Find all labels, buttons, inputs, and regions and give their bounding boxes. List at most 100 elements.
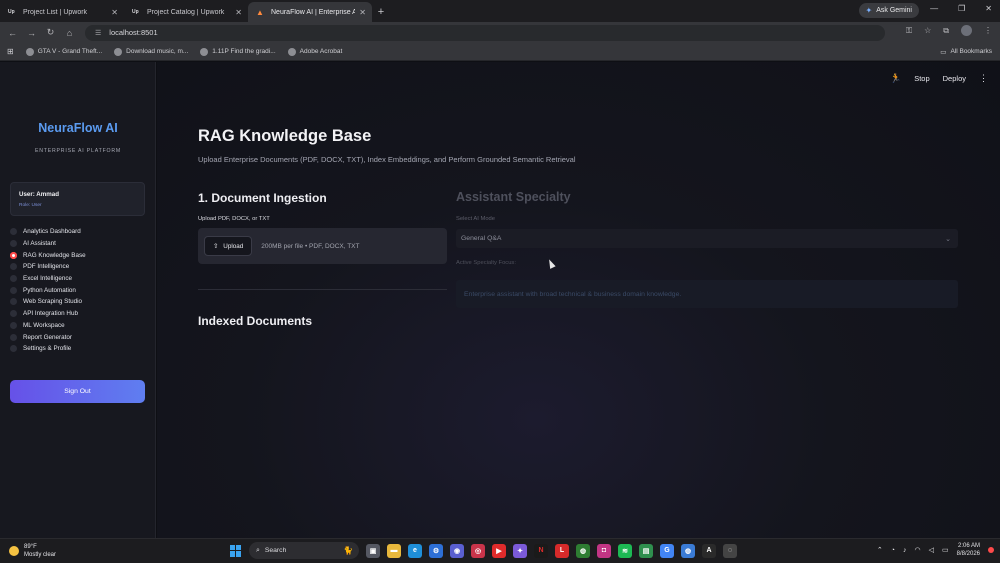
chrome-icon[interactable]: ◍ <box>576 543 590 558</box>
browser-tab-neuraflow[interactable]: ▲ NeuraFlow AI | Enterprise AI A... ✕ <box>248 2 372 22</box>
reload-icon[interactable]: ↻ <box>41 27 60 38</box>
apps-grid-icon[interactable]: ⊞ <box>7 47 14 56</box>
main-content: 🏃 Stop Deploy ⋮ RAG Knowledge Base Uploa… <box>157 62 1000 538</box>
sidebar-item-label: ML Workspace <box>23 321 65 329</box>
youtube-icon[interactable]: ▶ <box>492 543 506 558</box>
sidebar-item-ml-workspace[interactable]: ML Workspace <box>10 320 150 332</box>
app-a-icon[interactable]: A <box>702 543 716 558</box>
chrome-profile-icon[interactable]: ◍ <box>681 543 695 558</box>
radio-icon <box>10 228 17 236</box>
app-icon[interactable]: ◉ <box>450 543 464 558</box>
sidebar-item-excel-intelligence[interactable]: Excel Intelligence <box>10 273 150 285</box>
app-l-icon[interactable]: L <box>555 543 569 558</box>
extensions-icon[interactable]: ⧉ <box>943 26 949 36</box>
browser-tab-project-catalog[interactable]: Up Project Catalog | Upwork ✕ <box>124 2 248 22</box>
sidebar-item-analytics-dashboard[interactable]: Analytics Dashboard <box>10 226 150 238</box>
sidebar-item-python-automation[interactable]: Python Automation <box>10 284 150 296</box>
sidebar-item-label: Settings & Profile <box>23 345 72 353</box>
security-icon[interactable]: ◔ <box>891 547 895 554</box>
tab-title: Project Catalog | Upwork <box>147 8 225 16</box>
password-key-icon[interactable]: ⚿ <box>906 26 912 36</box>
tab-close-icon[interactable]: ✕ <box>111 8 118 17</box>
stop-button[interactable]: Stop <box>914 74 929 83</box>
volume-icon[interactable]: ◁ <box>929 546 934 554</box>
site-info-icon[interactable]: ☰ <box>95 29 101 37</box>
file-dropzone[interactable]: ⇧ Upload 200MB per file • PDF, DOCX, TXT <box>198 228 447 264</box>
bookmark-item[interactable]: GTA V - Grand Theft... <box>25 47 103 56</box>
ai-mode-select[interactable]: General Q&A ⌄ <box>456 229 958 248</box>
chevron-up-icon[interactable]: ⌃ <box>877 546 883 554</box>
sidebar-item-api-integration-hub[interactable]: API Integration Hub <box>10 308 150 320</box>
main-menu-icon[interactable]: ⋮ <box>979 73 988 84</box>
tab-close-icon[interactable]: ✕ <box>235 8 242 17</box>
battery-icon[interactable]: ▭ <box>942 546 949 554</box>
sidebar-item-label: API Integration Hub <box>23 310 78 318</box>
home-icon[interactable]: ⌂ <box>60 28 79 38</box>
app-icon[interactable]: ◎ <box>471 543 485 558</box>
task-view-icon[interactable]: ▣ <box>366 543 380 558</box>
new-tab-button[interactable]: + <box>372 2 390 22</box>
brand-logo: NeuraFlow AI <box>38 121 118 135</box>
file-explorer-icon[interactable]: ▬ <box>387 543 401 558</box>
folder-icon: ▭ <box>940 48 947 56</box>
upload-button[interactable]: ⇧ Upload <box>204 236 253 256</box>
sidebar-item-ai-assistant[interactable]: AI Assistant <box>10 238 150 250</box>
edge-browser-icon[interactable]: e <box>408 543 422 558</box>
taskbar-search[interactable]: ⌕ Search 🐈 <box>249 542 359 559</box>
deploy-button[interactable]: Deploy <box>943 74 966 83</box>
browser-tab-project-list[interactable]: Up Project List | Upwork ✕ <box>0 2 124 22</box>
sidebar-item-label: Python Automation <box>23 286 76 294</box>
microphone-icon[interactable]: ♪ <box>903 547 907 554</box>
url-bar[interactable]: ☰ localhost:8501 <box>85 24 885 41</box>
sidebar-item-settings-profile[interactable]: Settings & Profile <box>10 343 150 355</box>
forward-arrow-icon[interactable]: → <box>22 28 41 38</box>
instagram-icon[interactable]: ◘ <box>597 543 611 558</box>
bookmark-item[interactable]: 1.11P Find the gradi... <box>200 47 276 56</box>
sidebar-item-report-generator[interactable]: Report Generator <box>10 331 150 343</box>
sidebar-item-label: Excel Intelligence <box>23 275 73 283</box>
globe-icon <box>200 47 209 56</box>
bookmark-item[interactable]: Adobe Acrobat <box>287 47 342 56</box>
notification-icon[interactable] <box>988 547 994 553</box>
back-arrow-icon[interactable]: ← <box>3 28 22 38</box>
page-title: RAG Knowledge Base <box>198 127 372 145</box>
radio-icon <box>10 286 17 294</box>
all-bookmarks-button[interactable]: ▭ All Bookmarks <box>940 48 992 56</box>
sidebar-item-pdf-intelligence[interactable]: PDF Intelligence <box>10 261 150 273</box>
ask-gemini-button[interactable]: ✦ Ask Gemini <box>858 3 919 18</box>
windows-start-icon[interactable] <box>230 544 242 557</box>
radio-icon <box>10 321 17 329</box>
sidebar-item-web-scraping-studio[interactable]: Web Scraping Studio <box>10 296 150 308</box>
restore-icon[interactable]: ❐ <box>958 4 965 13</box>
sidebar-item-label: Analytics Dashboard <box>23 228 81 236</box>
app-icon[interactable]: ▤ <box>639 543 653 558</box>
profile-avatar[interactable] <box>961 25 972 36</box>
sign-out-button[interactable]: Sign Out <box>10 380 145 403</box>
bookmark-label: 1.11P Find the gradi... <box>212 48 276 55</box>
google-icon[interactable]: G <box>660 543 674 558</box>
app-icon[interactable]: ◌ <box>723 543 737 558</box>
clock[interactable]: 2:06 AM 8/8/2026 <box>957 542 980 558</box>
bookmark-item[interactable]: Download music, m... <box>114 47 189 56</box>
close-window-icon[interactable]: ✕ <box>985 4 992 13</box>
star-bookmark-icon[interactable]: ☆ <box>924 26 931 35</box>
sidebar-item-rag-knowledge-base[interactable]: RAG Knowledge Base <box>10 249 150 261</box>
radio-icon <box>10 298 17 306</box>
url-text: localhost:8501 <box>109 28 158 37</box>
minimize-icon[interactable]: — <box>930 4 938 13</box>
upload-label: Upload PDF, DOCX, or TXT <box>198 216 270 222</box>
address-toolbar: ← → ↻ ⌂ ☰ localhost:8501 ⚿ ☆ ⧉ ⋮ <box>0 22 1000 43</box>
search-highlight-icon: 🐈 <box>343 546 353 555</box>
globe-icon <box>25 47 34 56</box>
weather-widget[interactable]: 89°F Mostly clear <box>9 543 56 559</box>
browser-menu-icon[interactable]: ⋮ <box>984 26 992 35</box>
settings-app-icon[interactable]: ⚙ <box>429 543 443 558</box>
bookmark-label: Download music, m... <box>126 48 189 55</box>
app-icon[interactable]: ✦ <box>513 543 527 558</box>
tab-close-icon[interactable]: ✕ <box>359 8 366 17</box>
wifi-icon[interactable]: ◠ <box>915 546 921 554</box>
bookmark-label: GTA V - Grand Theft... <box>37 48 103 55</box>
netflix-icon[interactable]: N <box>534 543 548 558</box>
radio-icon <box>10 310 17 318</box>
spotify-icon[interactable]: ≋ <box>618 543 632 558</box>
